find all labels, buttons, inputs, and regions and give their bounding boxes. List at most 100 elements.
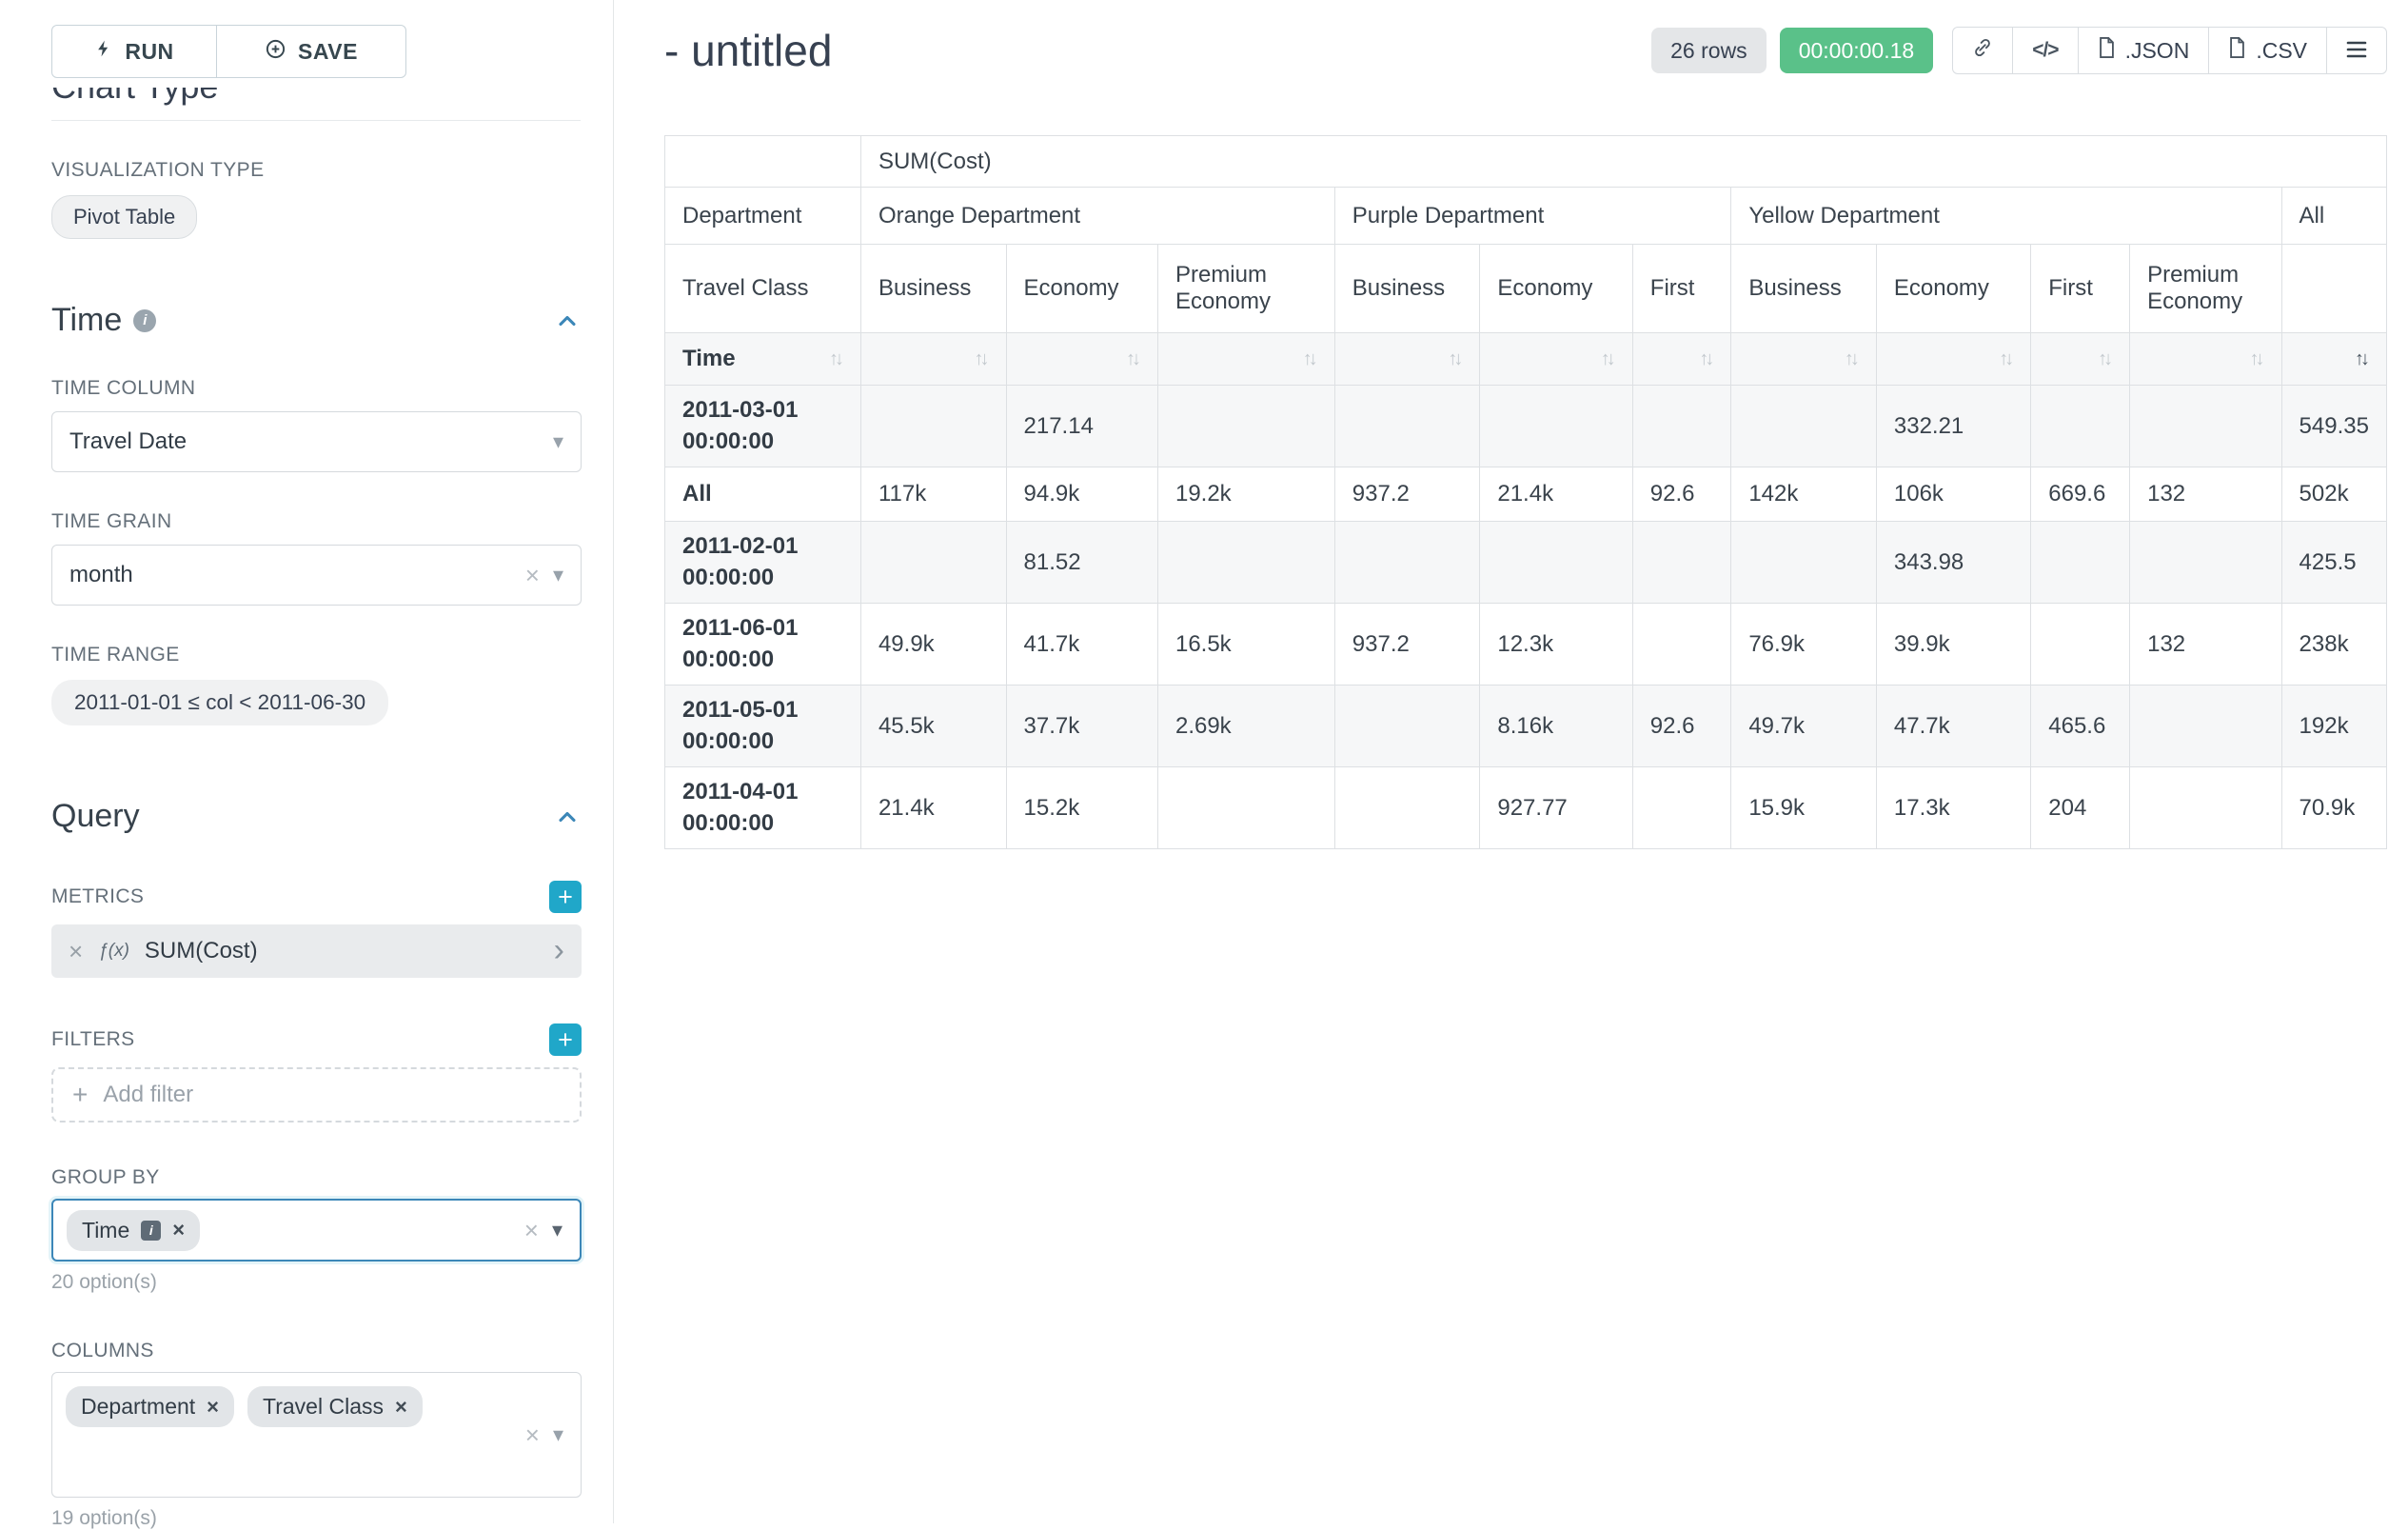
column-sort-cell: ↑↓ bbox=[1480, 333, 1632, 386]
department-header: Department bbox=[665, 188, 861, 245]
time-grain-select[interactable]: month × ▾ bbox=[51, 545, 582, 606]
remove-pill-icon[interactable]: × bbox=[207, 1397, 219, 1418]
value-cell bbox=[1632, 604, 1731, 686]
sort-icon[interactable]: ↑↓ bbox=[1303, 348, 1317, 370]
export-csv-label: .CSV bbox=[2256, 38, 2307, 64]
sort-icon[interactable]: ↑↓ bbox=[1845, 348, 1859, 370]
file-icon bbox=[2228, 37, 2246, 64]
run-button[interactable]: RUN bbox=[51, 25, 217, 78]
viz-type-value: Pivot Table bbox=[73, 205, 175, 229]
value-cell: 94.9k bbox=[1006, 467, 1157, 522]
query-timer-badge: 00:00:00.18 bbox=[1780, 28, 1934, 73]
export-json-label: .JSON bbox=[2125, 38, 2190, 64]
menu-button[interactable] bbox=[2326, 27, 2387, 74]
value-cell: 39.9k bbox=[1876, 604, 2030, 686]
table-row: 2011-03-01 00:00:00217.14332.21549.35 bbox=[665, 386, 2387, 467]
value-cell: 49.9k bbox=[860, 604, 1006, 686]
column-sort-cell: ↑↓ bbox=[1334, 333, 1480, 386]
sort-icon[interactable]: ↑↓ bbox=[1999, 348, 2013, 370]
view-query-button[interactable]: </> bbox=[2012, 27, 2078, 74]
row-header: 2011-04-01 00:00:00 bbox=[665, 767, 861, 849]
row-header: 2011-02-01 00:00:00 bbox=[665, 522, 861, 604]
row-header: 2011-06-01 00:00:00 bbox=[665, 604, 861, 686]
value-cell: 502k bbox=[2281, 467, 2386, 522]
travel-class-col-header: Business bbox=[860, 245, 1006, 333]
chevron-up-icon[interactable] bbox=[554, 308, 581, 334]
remove-pill-icon[interactable]: × bbox=[172, 1220, 185, 1241]
value-cell bbox=[2130, 522, 2281, 604]
value-cell bbox=[2031, 522, 2130, 604]
clear-icon[interactable]: × bbox=[524, 1218, 539, 1242]
value-cell: 17.3k bbox=[1876, 767, 2030, 849]
filters-label: FILTERS bbox=[51, 1028, 135, 1051]
value-cell: 92.6 bbox=[1632, 467, 1731, 522]
metric-item[interactable]: × ƒ(x) SUM(Cost) › bbox=[51, 924, 582, 978]
value-cell bbox=[1632, 522, 1731, 604]
time-column-value: Travel Date bbox=[69, 428, 187, 455]
column-sort-cell: ↑↓ bbox=[1731, 333, 1877, 386]
chevron-right-icon[interactable]: › bbox=[554, 938, 564, 964]
value-cell bbox=[2130, 386, 2281, 467]
sort-icon[interactable]: ↑↓ bbox=[1126, 348, 1140, 370]
row-count-badge: 26 rows bbox=[1651, 28, 1767, 73]
chevron-up-icon[interactable] bbox=[554, 804, 581, 830]
row-header: 2011-05-01 00:00:00 bbox=[665, 686, 861, 767]
dimension-pill[interactable]: Travel Class× bbox=[247, 1386, 423, 1427]
sort-icon[interactable]: ↑↓ bbox=[2098, 348, 2112, 370]
run-button-label: RUN bbox=[125, 39, 173, 65]
columns-select[interactable]: Department×Travel Class× × ▾ bbox=[51, 1372, 582, 1498]
value-cell: 8.16k bbox=[1480, 686, 1632, 767]
clear-icon[interactable]: × bbox=[525, 1422, 540, 1447]
short-link-button[interactable] bbox=[1952, 27, 2013, 74]
save-button[interactable]: SAVE bbox=[216, 25, 406, 78]
value-cell bbox=[1731, 386, 1877, 467]
sort-icon[interactable]: ↑↓ bbox=[975, 348, 989, 370]
time-range-label: TIME RANGE bbox=[51, 644, 581, 666]
dimension-pill[interactable]: Timei× bbox=[67, 1210, 200, 1251]
sort-icon[interactable]: ↑↓ bbox=[1448, 348, 1462, 370]
department-group-header: Yellow Department bbox=[1731, 188, 2281, 245]
time-column-select[interactable]: Travel Date ▾ bbox=[51, 411, 582, 472]
info-icon: i bbox=[133, 309, 156, 332]
columns-label: COLUMNS bbox=[51, 1340, 581, 1362]
export-json-button[interactable]: .JSON bbox=[2078, 27, 2210, 74]
value-cell: 132 bbox=[2130, 604, 2281, 686]
value-cell: 204 bbox=[2031, 767, 2130, 849]
function-icon: ƒ(x) bbox=[98, 941, 129, 962]
viz-type-pill[interactable]: Pivot Table bbox=[51, 195, 197, 239]
table-row: 2011-04-01 00:00:0021.4k15.2k927.7715.9k… bbox=[665, 767, 2387, 849]
section-divider bbox=[51, 120, 581, 121]
value-cell: 549.35 bbox=[2281, 386, 2386, 467]
remove-metric-icon[interactable]: × bbox=[69, 937, 83, 966]
sort-icon[interactable]: ↑↓ bbox=[829, 348, 843, 370]
pivot-table: SUM(Cost)DepartmentOrange DepartmentPurp… bbox=[664, 135, 2387, 849]
metrics-label: METRICS bbox=[51, 885, 144, 908]
column-sort-cell: ↑↓ bbox=[1876, 333, 2030, 386]
sort-desc-icon[interactable]: ↑↓ bbox=[2355, 348, 2369, 370]
column-sort-cell: ↑↓ bbox=[860, 333, 1006, 386]
remove-pill-icon[interactable]: × bbox=[395, 1397, 407, 1418]
value-cell: 106k bbox=[1876, 467, 2030, 522]
value-cell bbox=[2130, 686, 2281, 767]
sort-icon[interactable]: ↑↓ bbox=[1601, 348, 1615, 370]
clear-icon[interactable]: × bbox=[525, 563, 540, 587]
dimension-pill[interactable]: Department × bbox=[66, 1386, 234, 1427]
add-filter-plus-button[interactable]: + bbox=[549, 1023, 582, 1056]
add-metric-button[interactable]: + bbox=[549, 881, 582, 913]
sort-icon[interactable]: ↑↓ bbox=[2250, 348, 2264, 370]
value-cell: 937.2 bbox=[1334, 604, 1480, 686]
value-cell bbox=[2130, 767, 2281, 849]
column-sort-cell: ↑↓ bbox=[1157, 333, 1334, 386]
value-cell bbox=[1157, 767, 1334, 849]
link-icon bbox=[1972, 37, 1993, 64]
sort-icon[interactable]: ↑↓ bbox=[1699, 348, 1713, 370]
time-range-pill[interactable]: 2011-01-01 ≤ col < 2011-06-30 bbox=[51, 680, 388, 725]
travel-class-col-header: Premium Economy bbox=[1157, 245, 1334, 333]
groupby-select[interactable]: Timei× × ▾ bbox=[51, 1199, 582, 1262]
travel-class-col-header: Economy bbox=[1480, 245, 1632, 333]
dimension-pill-label: Department bbox=[81, 1394, 195, 1420]
time-column-label: TIME COLUMN bbox=[51, 377, 581, 400]
export-csv-button[interactable]: .CSV bbox=[2208, 27, 2327, 74]
value-cell: 45.5k bbox=[860, 686, 1006, 767]
add-filter-button[interactable]: + Add filter bbox=[51, 1067, 582, 1123]
